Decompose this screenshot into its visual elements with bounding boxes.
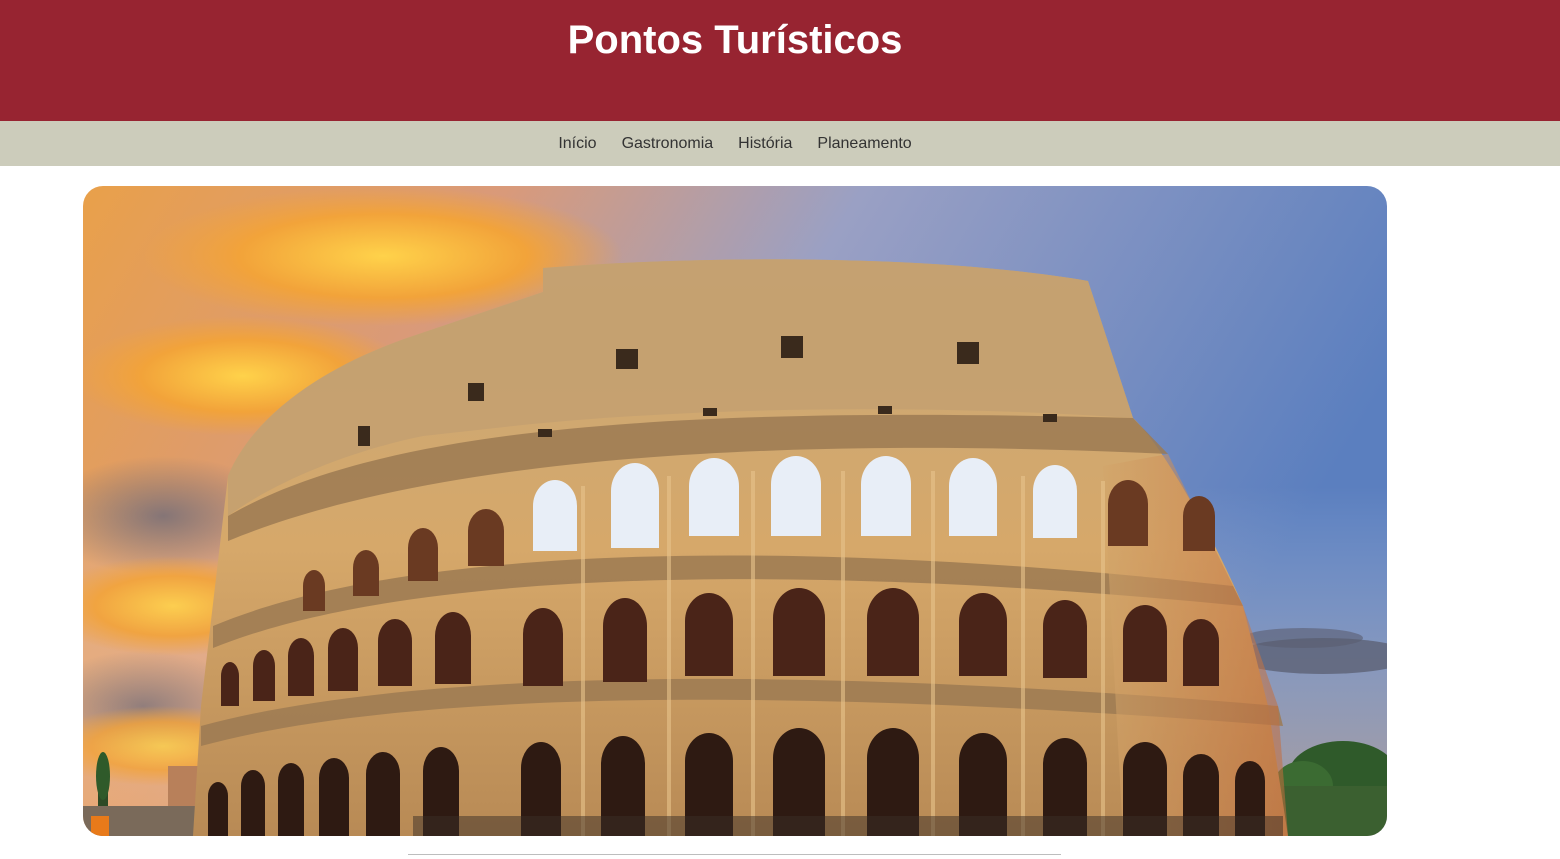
nav-link-historia[interactable]: História (738, 135, 792, 153)
nav-link-planeamento[interactable]: Planeamento (817, 135, 911, 153)
colosseum-photo (83, 186, 1387, 836)
hero-image (83, 186, 1387, 836)
nav-list: Início Gastronomia História Planeamento (0, 121, 1470, 166)
nav-link-gastronomia[interactable]: Gastronomia (622, 135, 714, 153)
page-title: Pontos Turísticos (567, 18, 903, 62)
section-divider (408, 854, 1061, 855)
main-nav: Início Gastronomia História Planeamento (0, 121, 1560, 166)
site-header: Pontos Turísticos (0, 0, 1560, 121)
nav-link-inicio[interactable]: Início (558, 135, 596, 153)
